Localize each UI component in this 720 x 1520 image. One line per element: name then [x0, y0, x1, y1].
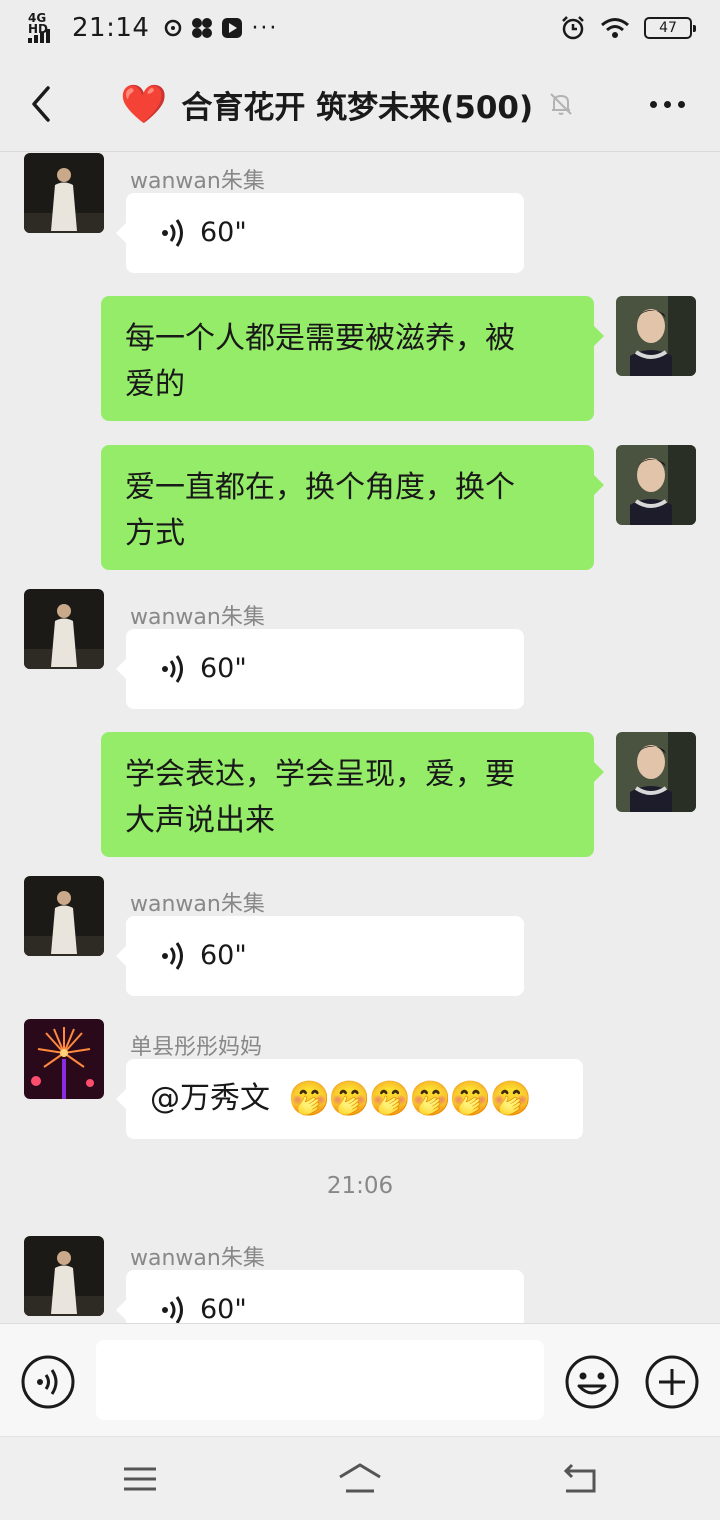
message-text-line: 爱的 [125, 367, 185, 402]
heart-icon: ❤️ [120, 82, 168, 126]
voice-message[interactable]: 60" [116, 1270, 524, 1323]
voice-wave-icon [162, 942, 183, 970]
message-text-line: 方式 [125, 516, 185, 551]
battery-icon: 47 [644, 17, 696, 39]
message-text-line: 学会表达，学会呈现，爱，要 [125, 757, 515, 792]
more-notifications-icon: ··· [251, 15, 279, 41]
voice-wave-icon [162, 1296, 183, 1323]
plus-icon[interactable] [644, 1354, 700, 1410]
timestamp: 21:06 [326, 1173, 394, 1199]
text-message[interactable]: 学会表达，学会呈现，爱，要 大声说出来 [101, 732, 604, 857]
sender-name: wanwan朱集 [130, 169, 265, 194]
message-text-line: 爱一直都在，换个角度，换个 [125, 470, 515, 505]
back-icon[interactable] [558, 1459, 602, 1499]
signal-icon: 4G HD [28, 12, 62, 43]
sender-name: wanwan朱集 [130, 605, 265, 630]
avatar[interactable] [616, 732, 696, 812]
voice-input-icon[interactable] [20, 1354, 76, 1410]
voice-wave-icon [162, 219, 183, 247]
avatar[interactable] [24, 589, 104, 669]
avatar[interactable] [24, 1019, 104, 1099]
back-arrow-icon[interactable] [22, 84, 62, 124]
voice-message[interactable]: 60" [116, 916, 524, 996]
emoji-row: 🤭🤭🤭🤭🤭🤭 [288, 1079, 532, 1119]
more-options-button[interactable] [650, 94, 690, 114]
voice-duration: 60" [200, 217, 247, 248]
avatar[interactable] [616, 445, 696, 525]
voice-message[interactable]: 60" [116, 629, 524, 709]
chat-message-list[interactable]: wanwan朱集 60" 每一个人都是需要被滋养，被 爱的 爱一直都在，换个角度… [0, 153, 720, 1323]
chat-title[interactable]: 合育花开 筑梦未来(500) [181, 82, 533, 127]
voice-duration: 60" [200, 1294, 247, 1323]
wifi-icon [601, 18, 629, 38]
sender-name: wanwan朱集 [130, 1246, 265, 1271]
avatar[interactable] [24, 876, 104, 956]
message-input[interactable] [96, 1340, 544, 1420]
system-nav-bar [0, 1436, 720, 1520]
nfc-icon [165, 19, 182, 37]
battery-level: 47 [659, 20, 677, 36]
mute-bell-icon [550, 93, 572, 115]
avatar[interactable] [616, 296, 696, 376]
avatar[interactable] [24, 153, 104, 233]
message-text-line: 大声说出来 [125, 803, 275, 838]
windmill-icon [192, 18, 213, 38]
menu-icon[interactable] [118, 1459, 162, 1499]
voice-duration: 60" [200, 653, 247, 684]
text-message[interactable]: @万秀文 🤭🤭🤭🤭🤭🤭 [116, 1059, 583, 1139]
home-icon[interactable] [336, 1459, 384, 1499]
mention-text: @万秀文 [150, 1081, 270, 1116]
status-time: 21:14 [72, 13, 150, 43]
play-icon [222, 18, 243, 38]
message-text-line: 每一个人都是需要被滋养，被 [125, 321, 515, 356]
voice-message[interactable]: 60" [116, 193, 524, 273]
emoji-icon[interactable] [564, 1354, 620, 1410]
voice-wave-icon [162, 655, 183, 683]
chat-header: ❤️ 合育花开 筑梦未来(500) [0, 56, 720, 152]
sender-name: wanwan朱集 [130, 892, 265, 917]
input-bar [0, 1323, 720, 1436]
text-message[interactable]: 每一个人都是需要被滋养，被 爱的 [101, 296, 604, 421]
sender-name: 单县彤彤妈妈 [130, 1035, 263, 1060]
avatar[interactable] [24, 1236, 104, 1316]
voice-duration: 60" [200, 940, 247, 971]
text-message[interactable]: 爱一直都在，换个角度，换个 方式 [101, 445, 604, 570]
alarm-icon [562, 16, 584, 40]
status-bar: 4G HD 21:14 ··· 47 [0, 0, 720, 56]
